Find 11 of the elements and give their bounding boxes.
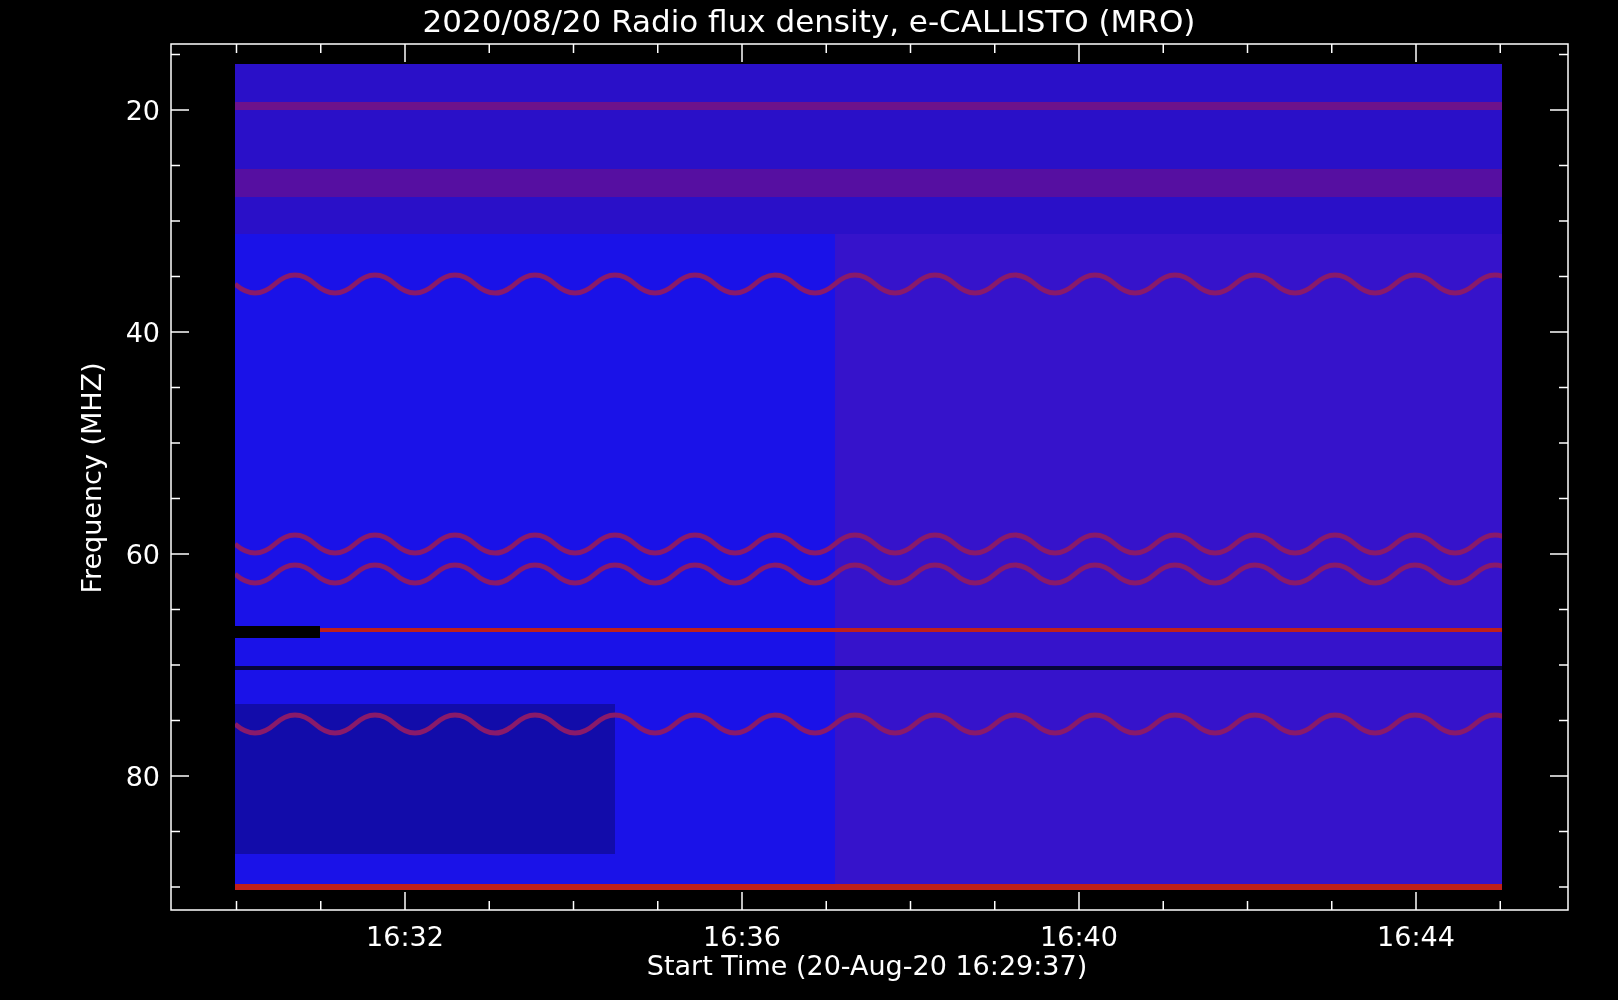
y-tick-label: 60 [125, 539, 160, 570]
y-tick-label: 20 [125, 95, 160, 126]
x-axis-label: Start Time (20-Aug-20 16:29:37) [646, 950, 1088, 981]
y-tick-label: 40 [125, 317, 160, 348]
x-tick-label: 16:40 [1040, 921, 1118, 952]
x-tick-label: 16:32 [366, 921, 444, 952]
x-tick-label: 16:36 [703, 921, 781, 952]
chart-title: 2020/08/20 Radio flux density, e-CALLISTO (MRO) [422, 3, 1196, 39]
y-tick-label: 80 [125, 761, 160, 792]
x-tick-label: 16:44 [1377, 921, 1455, 952]
y-axis-label: Frequency (MHZ) [76, 362, 107, 594]
